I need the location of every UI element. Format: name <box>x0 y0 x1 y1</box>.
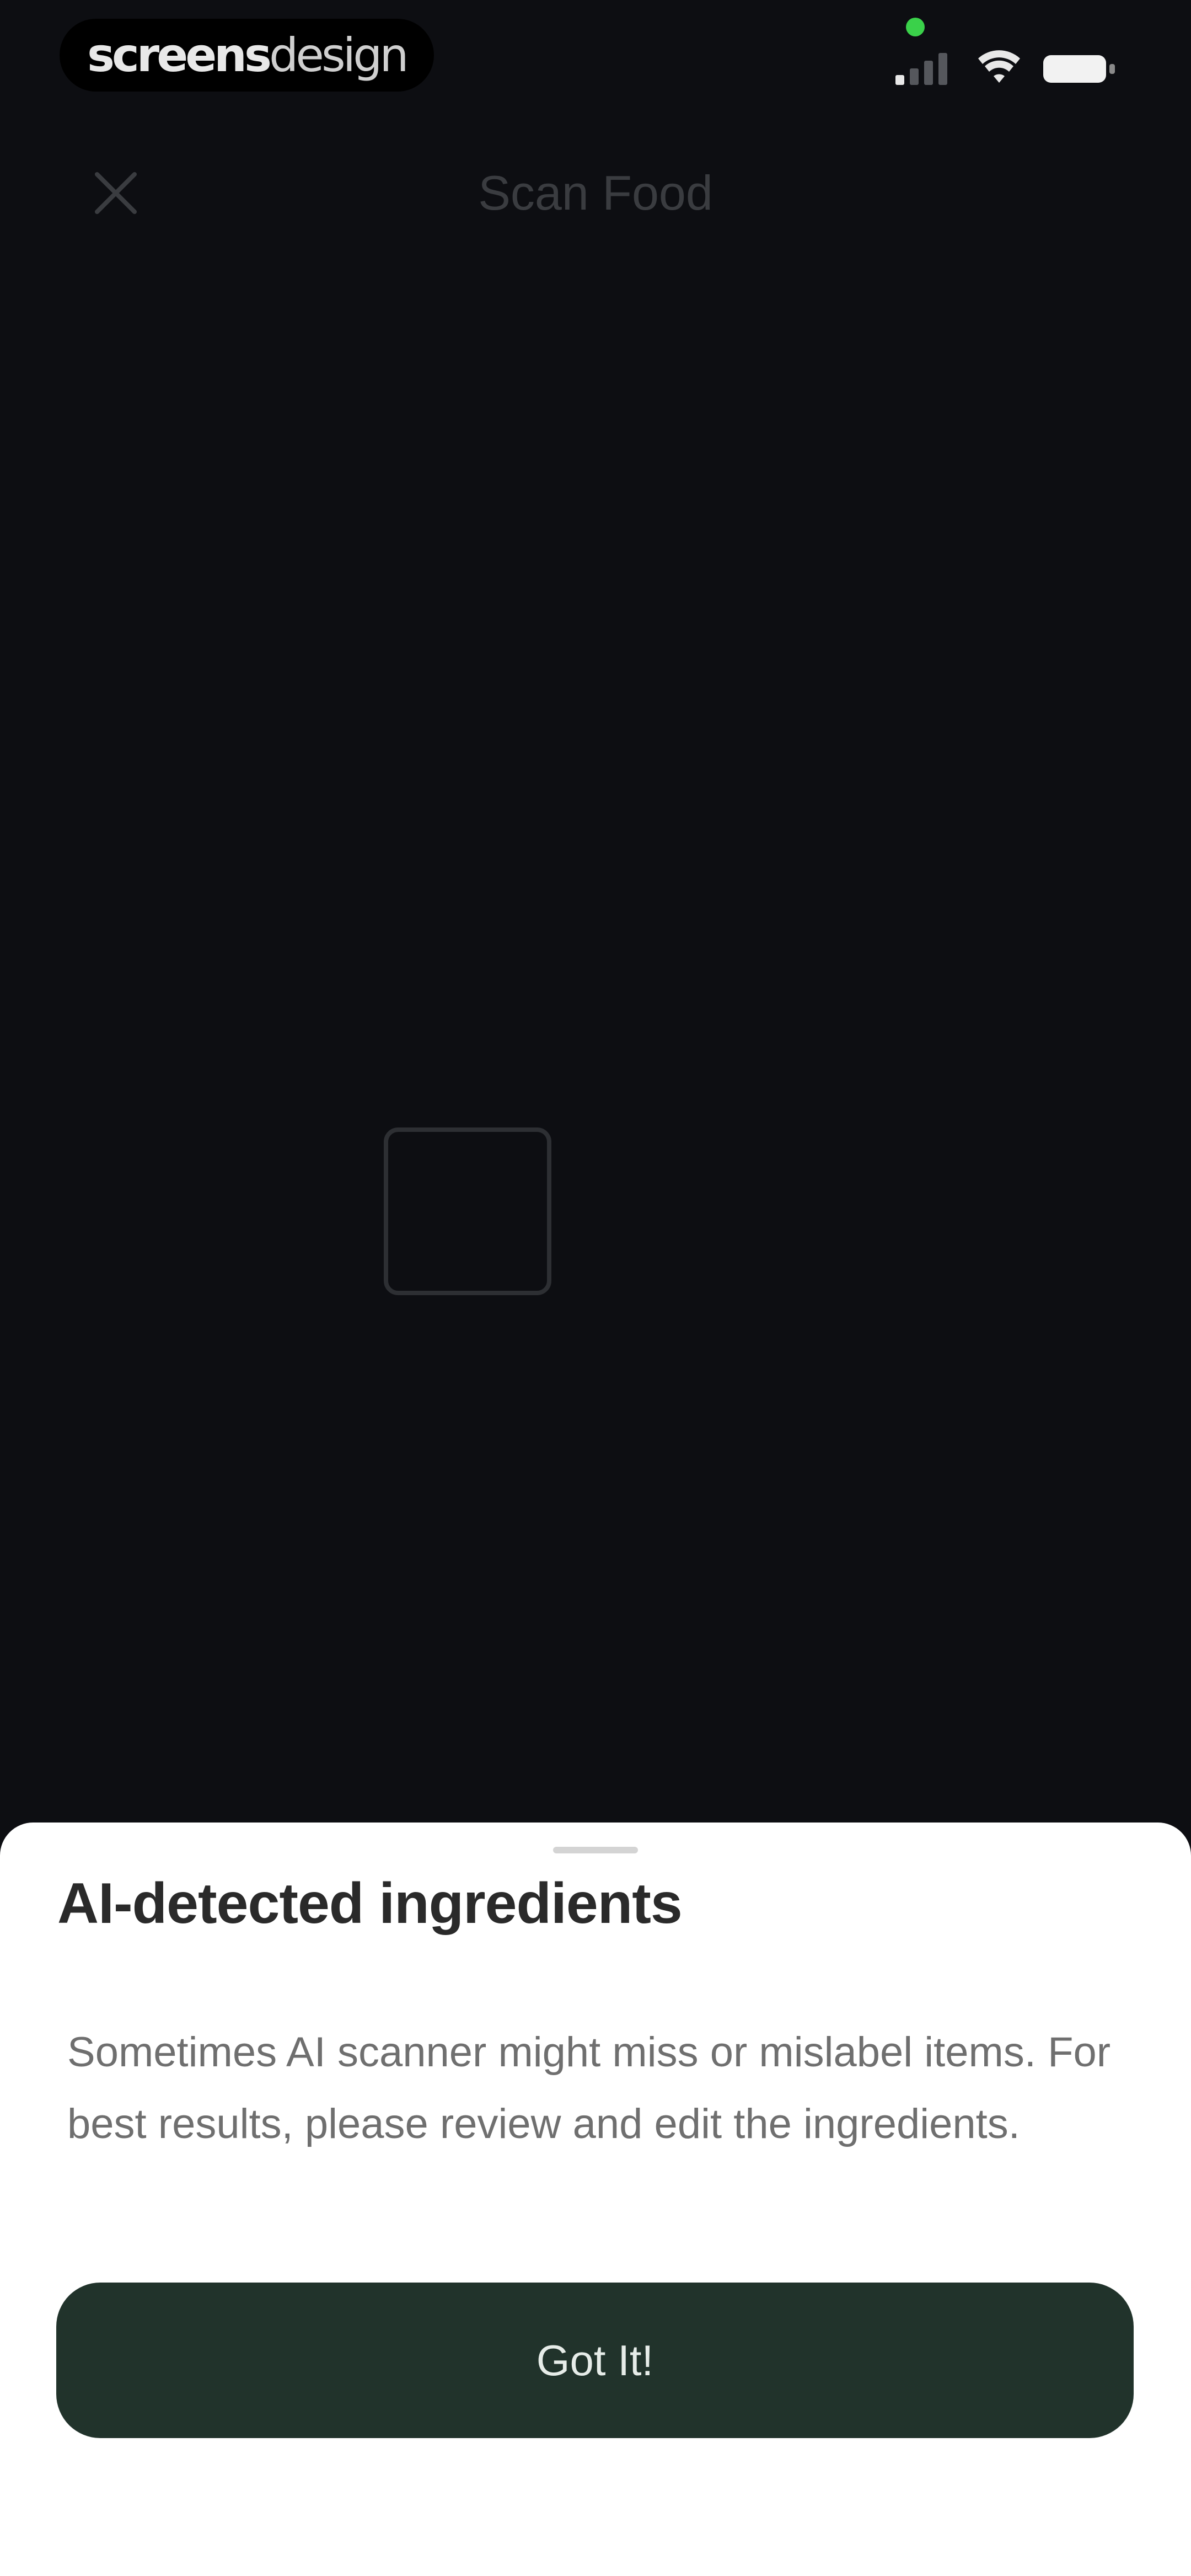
scan-focus-frame <box>384 1127 551 1295</box>
sheet-drag-handle[interactable] <box>553 1847 638 1853</box>
watermark-bold-text: screens <box>87 28 272 82</box>
cellular-signal-icon <box>895 53 947 85</box>
battery-icon <box>1043 55 1115 83</box>
sheet-description: Sometimes AI scanner might miss or misla… <box>67 2029 1111 2147</box>
watermark-logo: screens design <box>60 19 434 92</box>
info-bottom-sheet: AI-detected ingredients Sometimes AI sca… <box>0 1823 1191 2576</box>
screen-title: Scan Food <box>478 165 713 220</box>
scan-food-screen: screens design Scan Food AI-detected ing… <box>0 0 1191 2576</box>
status-icons <box>893 49 1125 87</box>
watermark-light-text: design <box>269 28 409 82</box>
privacy-indicator <box>906 18 925 36</box>
got-it-button[interactable]: Got It! <box>56 2283 1134 2438</box>
wifi-icon <box>978 50 1020 83</box>
sheet-title: AI-detected ingredients <box>57 1872 683 1936</box>
